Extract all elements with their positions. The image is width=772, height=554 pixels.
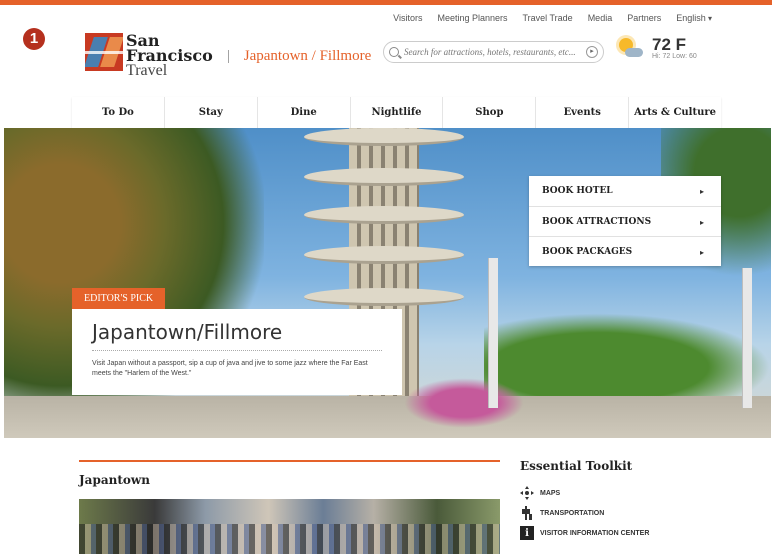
search-icon (389, 47, 399, 57)
japantown-photo[interactable] (79, 499, 500, 554)
book-packages-label: BOOK PACKAGES (542, 246, 633, 257)
breadcrumb: | Japantown / Fillmore (227, 48, 371, 65)
chevron-right-icon: ▸ (699, 216, 704, 227)
maps-icon (520, 486, 534, 500)
toolkit-item-label: VISITOR INFORMATION CENTER (540, 529, 650, 537)
weather-temperature: 72 F (652, 35, 687, 54)
weather-hi-low: Hi: 72 Low: 60 (652, 53, 697, 60)
search-submit-button[interactable]: ▸ (586, 46, 598, 58)
breadcrumb-current[interactable]: Japantown / Fillmore (244, 48, 372, 64)
hero-pole (742, 268, 752, 408)
toolkit-item-transportation[interactable]: TRANSPORTATION (520, 503, 720, 523)
section-title: Japantown (79, 473, 150, 487)
utility-link-media[interactable]: Media (588, 13, 613, 23)
utility-link-visitors[interactable]: Visitors (393, 13, 422, 23)
transportation-icon (520, 506, 534, 520)
info-icon: i (520, 526, 534, 540)
section-divider (79, 460, 500, 462)
site-logo[interactable]: San Francisco Travel (85, 32, 215, 80)
editors-pick-description: Visit Japan without a passport, sip a cu… (92, 360, 368, 378)
toolkit-item-maps[interactable]: MAPS (520, 483, 720, 503)
weather-widget: 72 F Hi: 72 Low: 60 (615, 36, 697, 60)
language-dropdown[interactable]: English (676, 13, 712, 23)
chevron-right-icon: ▸ (699, 186, 704, 196)
nav-item-stay[interactable]: Stay (163, 97, 257, 128)
utility-link-travel-trade[interactable]: Travel Trade (523, 13, 573, 23)
nav-item-to-do[interactable]: To Do (72, 97, 164, 128)
hero-bushes (484, 313, 771, 403)
logo-mark-icon (85, 33, 123, 71)
chevron-right-icon: ▸ (699, 246, 704, 257)
toolkit-item-label: MAPS (540, 489, 561, 497)
nav-item-shop[interactable]: Shop (442, 97, 535, 128)
toolkit-item-visitor-info[interactable]: i VISITOR INFORMATION CENTER (520, 523, 720, 543)
logo-line-2: Francisco (126, 46, 213, 66)
breadcrumb-separator: | (227, 48, 231, 64)
nav-item-dine[interactable]: Dine (256, 97, 350, 128)
nav-item-events[interactable]: Events (535, 97, 628, 128)
book-packages-button[interactable]: BOOK PACKAGES ▸ (529, 236, 721, 266)
step-badge: 1 (23, 28, 45, 50)
main-nav: To Do Stay Dine Nightlife Shop Events Ar… (72, 97, 721, 128)
hero-pole (488, 258, 498, 408)
toolkit-item-label: TRANSPORTATION (540, 509, 605, 517)
editors-pick-title: Japantown/Fillmore (92, 320, 382, 351)
book-attractions-label: BOOK ATTRACTIONS (542, 216, 652, 227)
utility-link-partners[interactable]: Partners (627, 13, 661, 23)
editors-pick-card[interactable]: Japantown/Fillmore Visit Japan without a… (72, 309, 402, 395)
search-bar: ▸ (383, 41, 604, 63)
logo-line-3: Travel (126, 62, 168, 80)
book-attractions-button[interactable]: BOOK ATTRACTIONS ▸ (529, 206, 721, 236)
partly-sunny-icon (615, 36, 643, 60)
hero-flowers (404, 378, 524, 428)
essential-toolkit: Essential Toolkit MAPS TRANSPORTATION i … (520, 459, 720, 543)
utility-link-meeting-planners[interactable]: Meeting Planners (437, 13, 507, 23)
book-hotel-button[interactable]: BOOK HOTEL ▸ (529, 176, 721, 206)
top-accent-bar (0, 0, 772, 5)
utility-nav: Visitors Meeting Planners Travel Trade M… (393, 13, 712, 23)
booking-panel: BOOK HOTEL ▸ BOOK ATTRACTIONS ▸ BOOK PAC… (529, 176, 721, 266)
nav-item-nightlife[interactable]: Nightlife (349, 97, 443, 128)
search-input[interactable] (404, 47, 586, 57)
nav-item-arts-culture[interactable]: Arts & Culture (628, 97, 721, 128)
toolkit-title: Essential Toolkit (520, 459, 633, 473)
book-hotel-label: BOOK HOTEL (542, 186, 613, 196)
logo-wordmark: San Francisco Travel (126, 32, 213, 80)
hero-plaza (4, 396, 771, 438)
editors-pick-tag: EDITOR'S PICK (72, 288, 166, 309)
